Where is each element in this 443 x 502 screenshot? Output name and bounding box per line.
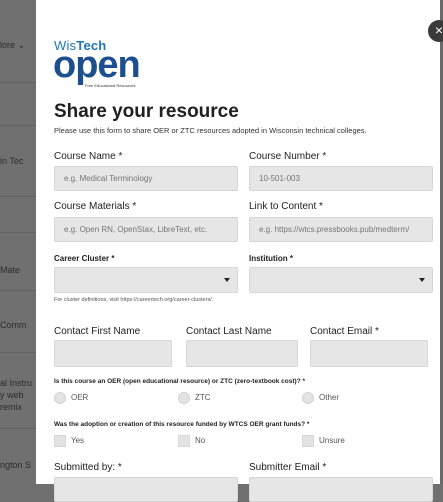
checkbox-box — [302, 435, 314, 447]
course-materials-label: Course Materials * — [54, 201, 137, 212]
background-text: Comm — [0, 320, 27, 330]
divider — [0, 125, 36, 126]
close-icon: × — [434, 22, 443, 38]
checkbox-no[interactable]: No — [178, 435, 205, 447]
wistech-open-logo: WisTech open Free Educational Resources — [53, 38, 141, 88]
contact-first-name-label: Contact First Name — [54, 326, 141, 337]
checkbox-unsure[interactable]: Unsure — [302, 435, 345, 447]
radio-other-label: Other — [319, 393, 340, 403]
close-button[interactable]: × — [428, 20, 443, 42]
career-cluster-label: Career Cluster * — [54, 254, 115, 263]
course-name-input[interactable] — [54, 166, 238, 191]
contact-email-input[interactable] — [310, 340, 428, 367]
link-to-content-input[interactable] — [249, 217, 433, 242]
career-cluster-select[interactable] — [54, 267, 238, 293]
chevron-down-icon — [224, 278, 230, 282]
divider — [0, 82, 36, 83]
page-title: Share your resource — [54, 101, 239, 122]
course-number-input[interactable] — [249, 166, 433, 191]
contact-last-name-label: Contact Last Name — [186, 326, 272, 337]
funding-question: Was the adoption or creation of this res… — [54, 421, 310, 428]
background-text: remix — [0, 402, 22, 412]
background-text: in Tec — [0, 156, 24, 166]
link-to-content-label: Link to Content * — [249, 201, 323, 212]
radio-ztc-label: ZTC — [195, 393, 211, 403]
divider — [0, 352, 36, 353]
background-text: y web — [0, 390, 24, 400]
course-materials-input[interactable] — [54, 217, 238, 242]
checkbox-yes[interactable]: Yes — [54, 435, 84, 447]
checkbox-unsure-label: Unsure — [319, 436, 345, 446]
course-number-label: Course Number * — [249, 151, 327, 162]
background-text: Mate — [0, 265, 21, 275]
divider — [0, 232, 36, 233]
checkbox-box — [178, 435, 190, 447]
submitter-email-label: Submitter Email * — [249, 462, 327, 473]
background-text: ngton S — [0, 460, 32, 470]
divider — [0, 290, 36, 291]
submitted-by-input[interactable] — [54, 477, 238, 502]
radio-circle — [178, 392, 190, 404]
career-cluster-hint: For cluster definitions, visit https://c… — [54, 297, 214, 303]
contact-first-name-input[interactable] — [54, 340, 172, 367]
radio-oer[interactable]: OER — [54, 392, 88, 404]
contact-last-name-input[interactable] — [186, 340, 298, 367]
background-page: lore ⌄ in Tec Mate Comm al Instru y web … — [0, 0, 36, 484]
divider — [0, 428, 36, 429]
logo-tagline: Free Educational Resources — [85, 83, 136, 88]
radio-circle — [302, 392, 314, 404]
checkbox-yes-label: Yes — [71, 436, 85, 446]
chevron-down-icon — [419, 278, 425, 282]
intro-text: Please use this form to share OER or ZTC… — [54, 126, 367, 135]
institution-select[interactable] — [249, 267, 433, 293]
submitter-email-input[interactable] — [249, 477, 433, 502]
background-nav-more: lore ⌄ — [0, 40, 26, 50]
resource-type-question: Is this course an OER (open educational … — [54, 378, 306, 385]
radio-oer-label: OER — [71, 393, 89, 403]
course-name-label: Course Name * — [54, 151, 123, 162]
radio-other[interactable]: Other — [302, 392, 339, 404]
checkbox-box — [54, 435, 66, 447]
institution-label: Institution * — [249, 254, 293, 263]
divider — [0, 196, 36, 197]
checkbox-no-label: No — [195, 436, 206, 446]
contact-email-label: Contact Email * — [310, 326, 379, 337]
background-text: al Instru — [0, 378, 33, 388]
radio-ztc[interactable]: ZTC — [178, 392, 211, 404]
logo-open: open — [53, 44, 141, 86]
radio-circle — [54, 392, 66, 404]
submitted-by-label: Submitted by: * — [54, 462, 122, 473]
